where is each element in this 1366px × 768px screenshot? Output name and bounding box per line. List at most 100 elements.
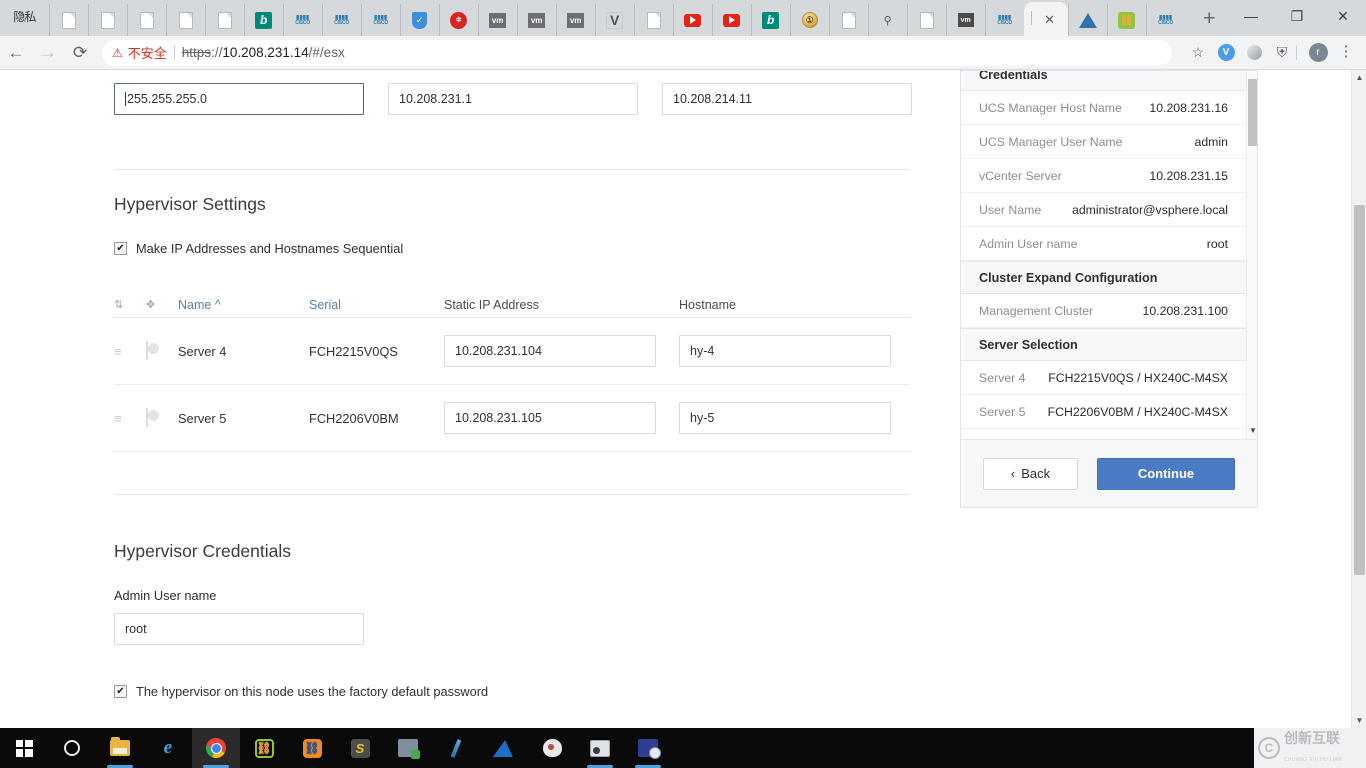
close-icon[interactable]: ✕ <box>1044 13 1055 26</box>
row-toggle[interactable] <box>146 408 178 427</box>
wireshark-icon[interactable] <box>480 728 528 768</box>
sidebar-scroll-down-arrow[interactable]: ▼ <box>1249 427 1257 435</box>
sidebar-row: vCenter Server 10.208.231.15 <box>961 159 1246 193</box>
green-square-icon: ⛓ <box>254 738 274 758</box>
sequential-checkbox[interactable]: ✔ <box>114 242 127 255</box>
browser-tab[interactable]: b <box>750 4 790 36</box>
browser-tab[interactable]: vm <box>477 4 517 36</box>
factory-password-checkbox[interactable]: ✔ <box>114 685 127 698</box>
hostname-input[interactable]: hy-4 <box>679 335 891 367</box>
browser-tab[interactable]: ▮▮▮▮ CISCO <box>984 4 1024 36</box>
address-bar[interactable]: ⚠ 不安全 https://10.208.231.14/#/esx <box>102 39 1172 66</box>
pen-tool-icon[interactable] <box>432 728 480 768</box>
browser-tab[interactable]: vm <box>516 4 556 36</box>
browser-tab[interactable] <box>633 4 673 36</box>
browser-tab[interactable]: V <box>594 4 634 36</box>
green-link-app-icon[interactable]: ⛓ <box>240 728 288 768</box>
static-ip-input[interactable]: 10.208.231.105 <box>444 402 656 434</box>
browser-tab[interactable]: vm <box>555 4 595 36</box>
static-ip-input[interactable]: 10.208.231.104 <box>444 335 656 367</box>
securecrt-icon[interactable]: S <box>336 728 384 768</box>
active-browser-tab[interactable]: ✕ <box>1023 2 1068 36</box>
browser-tab[interactable]: ⚲ <box>867 4 907 36</box>
extension-blue-icon[interactable]: V <box>1212 39 1240 67</box>
factory-password-checkbox-row[interactable]: ✔ The hypervisor on this node uses the f… <box>114 684 488 699</box>
browser-tab[interactable] <box>87 4 127 36</box>
secure-lock-icon[interactable] <box>384 728 432 768</box>
browser-tab[interactable] <box>126 4 166 36</box>
sort-icon[interactable]: ⇅ <box>114 298 146 311</box>
sidebar-scrollbar-thumb[interactable] <box>1248 79 1257 146</box>
back-button[interactable]: ‹ Back <box>983 457 1078 490</box>
page-viewport: 255.255.255.0 10.208.231.1 10.208.214.11… <box>0 70 1366 728</box>
close-window-button[interactable]: ✕ <box>1320 0 1366 32</box>
orange-app-icon[interactable]: ⛓ <box>288 728 336 768</box>
browser-tab[interactable] <box>165 4 205 36</box>
column-header-serial[interactable]: Serial <box>309 298 444 312</box>
scroll-down-arrow[interactable]: ▼ <box>1352 713 1366 728</box>
watermark-subtext: CHUANG XIN HU LIAN <box>1284 757 1342 763</box>
toggle-switch[interactable] <box>146 341 148 360</box>
browser-tab[interactable]: ▮▮▮▮ CISCO <box>360 4 400 36</box>
browser-tab[interactable] <box>828 4 868 36</box>
maximize-button[interactable]: ❐ <box>1274 0 1320 32</box>
sidebar-row-value: 10.208.231.15 <box>1149 168 1228 183</box>
sequential-checkbox-row[interactable]: ✔ Make IP Addresses and Hostnames Sequen… <box>114 241 403 256</box>
dns-server-input[interactable]: 10.208.214.11 <box>662 83 912 115</box>
browser-tab[interactable]: ⛓ <box>1106 4 1146 36</box>
move-icon[interactable]: ✥ <box>146 298 178 311</box>
browser-tab[interactable] <box>1067 4 1107 36</box>
browser-tab[interactable]: ✓ <box>399 4 439 36</box>
extension-gray-icon[interactable] <box>1240 39 1268 67</box>
file-explorer-icon[interactable] <box>96 728 144 768</box>
insecure-label: 不安全 <box>127 46 167 61</box>
drag-handle-icon[interactable]: ≡ <box>114 412 146 425</box>
chrome-menu-icon[interactable]: ⋮ <box>1332 39 1360 67</box>
windows-taskbar: e ⛓ ⛓ S 👤 ∧ 英 20 <box>0 728 1366 768</box>
google-chrome-icon[interactable] <box>192 728 240 768</box>
browser-tab[interactable] <box>672 4 712 36</box>
minimize-button[interactable]: — <box>1228 0 1274 32</box>
extension-shield-icon[interactable]: ⛨ <box>1268 39 1296 67</box>
paint-icon[interactable] <box>528 728 576 768</box>
doc-icon <box>841 11 856 29</box>
cisco-icon: ▮▮▮▮ CISCO <box>373 14 389 26</box>
cortana-search-icon[interactable] <box>48 728 96 768</box>
page-scrollbar[interactable]: ▲ ▼ <box>1351 70 1366 728</box>
browser-tab[interactable] <box>204 4 244 36</box>
browser-tab[interactable] <box>711 4 751 36</box>
start-button[interactable] <box>0 728 48 768</box>
new-tab-button[interactable]: + <box>1191 4 1228 34</box>
browser-tab[interactable]: vm <box>945 4 985 36</box>
browser-tab[interactable] <box>48 4 88 36</box>
browser-tab[interactable]: b <box>243 4 283 36</box>
scroll-up-arrow[interactable]: ▲ <box>1352 70 1366 85</box>
drag-handle-icon[interactable]: ≡ <box>114 345 146 358</box>
subnet-mask-input[interactable]: 255.255.255.0 <box>114 83 364 115</box>
browser-tab[interactable] <box>906 4 946 36</box>
gateway-input[interactable]: 10.208.231.1 <box>388 83 638 115</box>
row-toggle[interactable] <box>146 341 178 360</box>
browser-tab[interactable]: ✲ <box>438 4 478 36</box>
hostname-input[interactable]: hy-5 <box>679 402 891 434</box>
column-header-name[interactable]: Name ^ <box>178 298 309 312</box>
bookmark-star-icon[interactable]: ☆ <box>1184 39 1212 67</box>
reload-button[interactable]: ⟳ <box>64 39 96 67</box>
profile-avatar[interactable]: r <box>1304 39 1332 67</box>
window-manager-icon[interactable] <box>576 728 624 768</box>
browser-tab[interactable]: ▮▮▮▮ CISCO <box>1145 4 1185 36</box>
browser-tab[interactable]: ▮▮▮▮ CISCO <box>321 4 361 36</box>
sidebar-row-value: administrator@vsphere.local <box>1071 202 1228 217</box>
sidebar-scrollbar[interactable]: ▼ <box>1246 71 1257 439</box>
page-scrollbar-thumb[interactable] <box>1354 205 1365 575</box>
browser-tab[interactable]: ① <box>789 4 829 36</box>
browser-tab[interactable]: ▮▮▮▮ CISCO <box>282 4 322 36</box>
vnc-viewer-icon[interactable] <box>624 728 672 768</box>
admin-user-input[interactable]: root <box>114 613 364 645</box>
toggle-switch[interactable] <box>146 408 148 427</box>
watermark: C 创新互联 CHUANG XIN HU LIAN <box>1254 728 1366 768</box>
back-button[interactable]: ← <box>0 39 32 67</box>
youtube-icon <box>684 13 702 27</box>
continue-button[interactable]: Continue <box>1097 457 1235 490</box>
internet-explorer-icon[interactable]: e <box>144 728 192 768</box>
